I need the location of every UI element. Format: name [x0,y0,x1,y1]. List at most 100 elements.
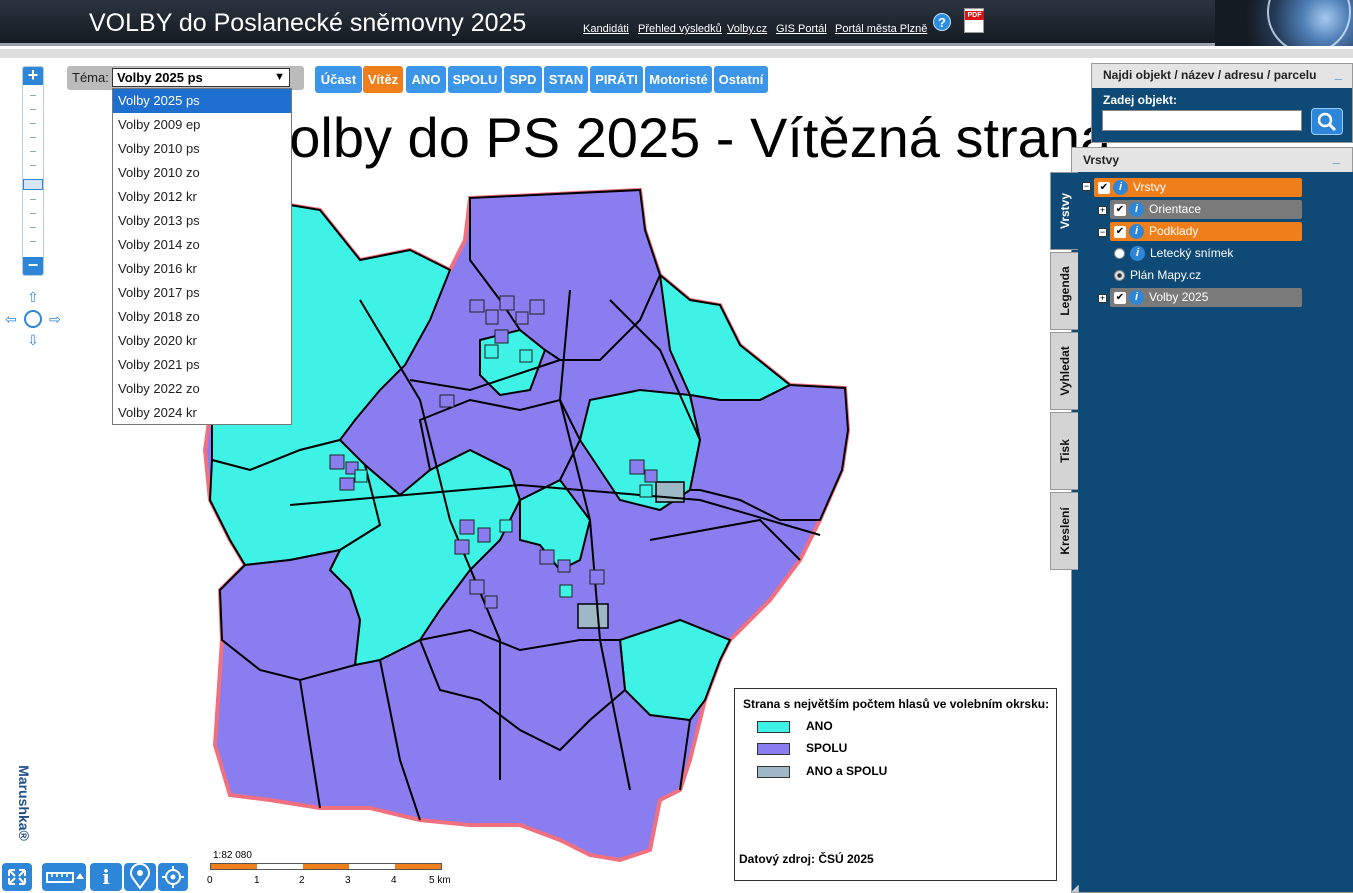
theme-selected-value: Volby 2025 ps [117,70,203,85]
zoom-out-button[interactable]: − [23,256,43,275]
tree-item-volby-2025[interactable]: ✔ i Volby 2025 [1110,288,1302,307]
legend-label-ano: ANO [806,719,833,733]
fullscreen-button[interactable] [2,863,32,891]
btn-motoriste[interactable]: Motoristé [645,66,712,93]
collapse-icon[interactable]: − [1082,182,1091,191]
search-icon [1317,112,1337,132]
gps-icon [130,862,150,890]
theme-option[interactable]: Volby 2021 ps [113,353,291,377]
theme-option[interactable]: Volby 2016 kr [113,257,291,281]
search-button[interactable] [1311,108,1343,135]
checkbox-icon[interactable]: ✔ [1114,291,1126,304]
theme-option[interactable]: Volby 2010 ps [113,137,291,161]
gps-button[interactable] [124,862,156,891]
theme-option[interactable]: Volby 2017 ps [113,281,291,305]
btn-spd[interactable]: SPD [504,66,542,93]
theme-option[interactable]: Volby 2014 zo [113,233,291,257]
legend-label-tie: ANO a SPOLU [806,764,888,778]
tree-label: Plán Mapy.cz [1130,268,1202,282]
info-icon[interactable]: i [1129,202,1144,218]
tab-tisk[interactable]: Tisk [1050,412,1078,490]
info-button[interactable]: i [90,863,122,891]
minimize-icon[interactable]: _ [1333,150,1340,165]
tree-label: Letecký snímek [1150,246,1234,260]
link-portal-mesta[interactable]: Portál města Plzně [835,23,927,35]
info-icon[interactable]: i [1113,180,1128,196]
btn-ostatni[interactable]: Ostatní [714,66,768,93]
tree-item-vrstvy[interactable]: ✔ i Vrstvy [1094,178,1302,197]
zoom-in-button[interactable]: + [23,66,43,85]
theme-option[interactable]: Volby 2022 zo [113,377,291,401]
pdf-badge: PDF [965,11,984,20]
info-icon[interactable]: i [1129,290,1144,306]
theme-option[interactable]: Volby 2018 zo [113,305,291,329]
checkbox-icon[interactable]: ✔ [1114,225,1126,238]
zoom-slider-handle[interactable] [23,179,43,190]
tab-vyhledat[interactable]: Vyhledat [1050,332,1078,410]
info-icon: i [102,865,110,889]
btn-spolu[interactable]: SPOLU [448,66,502,93]
pan-left-icon[interactable]: ⇦ [4,312,18,326]
btn-stan[interactable]: STAN [544,66,588,93]
pan-center-icon[interactable] [24,310,42,328]
theme-option[interactable]: Volby 2024 kr [113,401,291,425]
search-label: Zadej objekt: [1103,93,1178,107]
tab-kresleni[interactable]: Kreslení [1050,492,1078,570]
measure-button[interactable] [42,863,86,891]
pan-up-icon[interactable]: ⇧ [26,290,40,304]
link-gis-portal[interactable]: GIS Portál [776,23,827,35]
tab-label: Tisk [1057,439,1072,463]
expand-icon[interactable]: + [1098,294,1107,303]
theme-option[interactable]: Volby 2012 kr [113,185,291,209]
link-kandidati[interactable]: Kandidáti [583,23,629,35]
theme-option[interactable]: Volby 2009 ep [113,113,291,137]
radio-button[interactable] [1114,248,1125,260]
tree-item-letecky-snimek[interactable]: i Letecký snímek [1114,244,1294,263]
theme-option[interactable]: Volby 2013 ps [113,209,291,233]
scale-label: 2 [299,875,305,886]
theme-option[interactable]: Volby 2010 zo [113,161,291,185]
tab-vrstvy[interactable]: Vrstvy [1050,172,1078,250]
info-icon[interactable]: i [1130,246,1145,262]
btn-ucast[interactable]: Účast [315,66,362,93]
tab-legenda[interactable]: Legenda [1050,252,1078,330]
info-icon[interactable]: i [1129,224,1144,240]
theme-option[interactable]: Volby 2025 ps [113,89,291,113]
theme-select[interactable]: Volby 2025 ps ▼ [112,68,290,87]
locate-button[interactable] [158,863,188,891]
tab-label: Vrstvy [1057,192,1072,230]
btn-vitez[interactable]: Vítěz [363,66,403,93]
collapse-icon[interactable]: − [1098,228,1107,237]
minimize-icon[interactable]: _ [1335,66,1342,81]
checkbox-icon[interactable]: ✔ [1098,181,1110,194]
btn-ano[interactable]: ANO [406,66,446,93]
pdf-icon[interactable]: PDF [964,8,984,33]
tree-label: Podklady [1149,224,1199,238]
btn-pirati[interactable]: PIRÁTI [590,66,643,93]
layers-panel-header: Vrstvy _ [1072,148,1352,172]
help-icon[interactable]: ? [933,13,951,31]
legend-source: Datový zdroj: ČSÚ 2025 [739,852,874,866]
tree-item-plan-mapy[interactable]: Plán Mapy.cz [1114,266,1294,285]
legend-swatch-spolu [757,743,790,755]
legend-swatch-tie [757,766,790,778]
app-title: VOLBY do Poslanecké sněmovny 2025 [89,9,527,37]
tree-item-orientace[interactable]: ✔ i Orientace [1110,200,1302,219]
pan-right-icon[interactable]: ⇨ [48,312,62,326]
brand-label: Marushka® [15,765,32,841]
theme-dropdown-list: Volby 2025 ps Volby 2009 ep Volby 2010 p… [112,88,292,425]
scale-label: 3 [345,875,351,886]
tree-item-podklady[interactable]: ✔ i Podklady [1110,222,1302,241]
expand-icon[interactable]: + [1098,206,1107,215]
tab-label: Legenda [1057,266,1072,316]
resize-handle-icon[interactable]: ◢ [1071,883,1081,893]
radio-button-selected[interactable] [1114,270,1125,282]
search-input[interactable] [1102,110,1302,131]
theme-option[interactable]: Volby 2020 kr [113,329,291,353]
layers-tree: − ✔ i Vrstvy + ✔ i Orientace − ✔ i Podklady iL… [1079,172,1353,892]
checkbox-icon[interactable]: ✔ [1114,203,1126,216]
link-prehled-vysledku[interactable]: Přehled výsledků [638,23,722,35]
pan-down-icon[interactable]: ⇩ [26,333,40,347]
scale-ratio: 1:82 080 [213,850,252,861]
link-volby-cz[interactable]: Volby.cz [727,23,767,35]
